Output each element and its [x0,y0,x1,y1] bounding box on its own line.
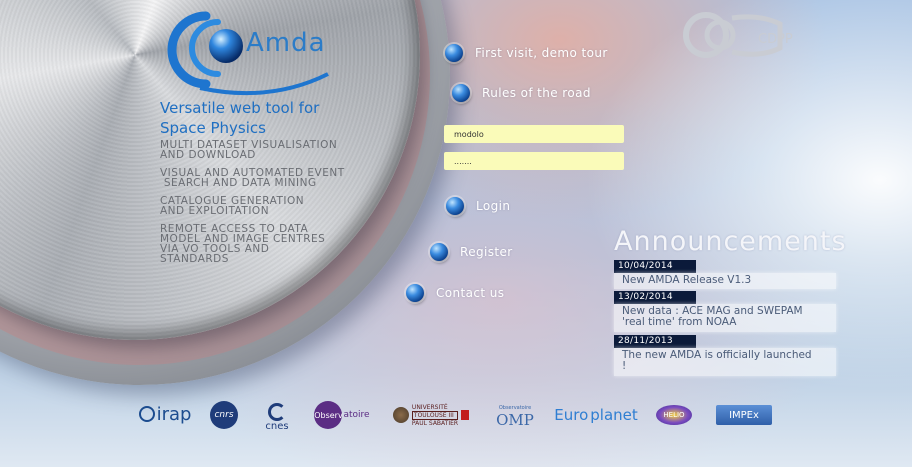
announcement-text: 'real time' from NOAA [622,316,737,328]
feature-text: AND DOWNLOAD [160,149,256,161]
blue-ball-icon [406,284,424,302]
announcement-date: 13/02/2014 [614,291,696,304]
ups-flag-icon [461,410,470,420]
observatoire-text-2: atoire [343,410,370,420]
ups-text: UNIVERSITÉ TOULOUSE III PAUL SABATIER [411,403,459,427]
omp-text: OMP [496,411,534,429]
cnrs-text: cnrs [210,401,238,429]
tagline: Versatile web tool for Space Physics [160,98,319,138]
feature-text: AND EXPLOITATION [160,205,270,217]
ups-logo[interactable]: UNIVERSITÉ TOULOUSE III PAUL SABATIER [392,400,470,430]
helio-logo[interactable]: HELIO [654,400,694,430]
announcement-date: 10/04/2014 [614,260,696,273]
announcement-text: The new AMDA is officially launched [622,349,812,361]
announcement-item[interactable]: New AMDA Release V1.3 [614,273,836,289]
rules-label: Rules of the road [482,86,591,100]
omp-logo[interactable]: Observatoire OMP [494,400,536,434]
feature-text: STANDARDS [160,253,229,265]
blue-ball-icon [430,243,448,261]
blue-ball-icon [452,84,470,102]
announcement-text: New AMDA Release V1.3 [622,274,752,286]
announcement-text: ! [622,360,627,372]
feature-item: MULTI DATASET VISUALISATION AND DOWNLOAD [160,140,400,161]
login-page: Amda Versatile web tool for Space Physic… [0,0,912,467]
login-button[interactable]: Login [446,197,510,215]
europlanet-text-1: Euro [554,406,589,424]
cnes-logo[interactable]: cnes [260,400,294,434]
rules-link[interactable]: Rules of the road [452,84,591,102]
blue-ball-icon [446,197,464,215]
cnes-text: cnes [265,420,289,432]
feature-item: REMOTE ACCESS TO DATA MODEL AND IMAGE CE… [160,224,400,265]
europlanet-text-2: planet [590,406,638,424]
cdpp-label: CDPP [758,32,793,47]
demo-tour-link[interactable]: First visit, demo tour [445,44,608,62]
ups-text-line: UNIVERSITÉ [411,403,448,411]
register-label: Register [460,245,513,259]
irap-logo[interactable]: irap [136,400,194,428]
ups-seal-icon [392,407,409,423]
ups-text-line: TOULOUSE III [411,410,459,420]
password-input[interactable] [444,152,624,170]
demo-tour-label: First visit, demo tour [475,46,608,60]
announcement-date: 28/11/2013 [614,335,696,348]
cnes-icon [268,402,286,421]
tagline-line: Space Physics [160,119,266,137]
irap-text: irap [156,403,192,425]
feature-list: MULTI DATASET VISUALISATION AND DOWNLOAD… [160,140,400,272]
contact-link[interactable]: Contact us [406,284,504,302]
login-label: Login [476,199,511,213]
cdpp-logo-icon: CDPP [683,12,793,58]
announcement-item[interactable]: New data : ACE MAG and SWEPAM 'real time… [614,304,836,332]
feature-item: CATALOGUE GENERATION AND EXPLOITATION [160,196,400,217]
feature-text: SEARCH AND DATA MINING [160,177,317,189]
irap-circle-icon [138,406,155,422]
cnrs-logo[interactable]: cnrs [208,400,240,430]
announcements-title: Announcements [614,226,847,257]
username-input[interactable] [444,125,624,143]
observatoire-text-1: Observ [314,401,343,429]
amda-logo-text: Amda [246,28,326,58]
impex-logo[interactable]: IMPEx [714,400,774,430]
helio-text: HELIO [656,405,692,425]
blue-ball-icon [445,44,463,62]
announcement-item[interactable]: The new AMDA is officially launched ! [614,348,836,376]
tagline-line: Versatile web tool for [160,99,320,117]
contact-label: Contact us [436,286,505,300]
europlanet-logo[interactable]: Euro planet [554,400,638,430]
feature-item: VISUAL AND AUTOMATED EVENT SEARCH AND DA… [160,168,400,189]
ups-text-line: PAUL SABATIER [411,419,459,427]
impex-text: IMPEx [716,405,772,425]
register-link[interactable]: Register [430,243,513,261]
observatoire-logo[interactable]: Observ atoire [314,400,370,430]
